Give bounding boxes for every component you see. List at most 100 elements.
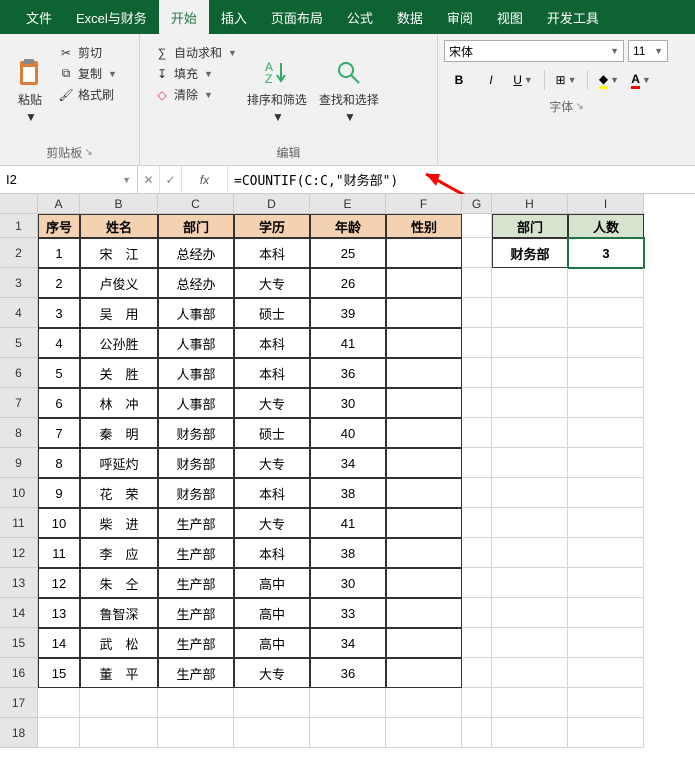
- cell[interactable]: 8: [38, 448, 80, 478]
- cell[interactable]: 13: [38, 598, 80, 628]
- sort-filter-button[interactable]: AZ 排序和筛选▼: [241, 38, 313, 142]
- cell[interactable]: [568, 328, 644, 358]
- cell[interactable]: 高中: [234, 598, 310, 628]
- row-header[interactable]: 1: [0, 214, 38, 238]
- italic-button[interactable]: I: [476, 68, 506, 92]
- cell[interactable]: 大专: [234, 658, 310, 688]
- cell[interactable]: 25: [310, 238, 386, 268]
- cell[interactable]: 本科: [234, 478, 310, 508]
- cell[interactable]: 本科: [234, 328, 310, 358]
- formula-input[interactable]: =COUNTIF(C:C,"财务部"): [228, 166, 695, 193]
- cell[interactable]: 总经办: [158, 238, 234, 268]
- cell[interactable]: [492, 268, 568, 298]
- cell[interactable]: [492, 478, 568, 508]
- cell[interactable]: [568, 688, 644, 718]
- row-header[interactable]: 18: [0, 718, 38, 748]
- cell[interactable]: [234, 718, 310, 748]
- column-header[interactable]: F: [386, 194, 462, 214]
- bold-button[interactable]: B: [444, 68, 474, 92]
- cell[interactable]: 武 松: [80, 628, 158, 658]
- cell[interactable]: [492, 328, 568, 358]
- cell[interactable]: [568, 298, 644, 328]
- column-header[interactable]: C: [158, 194, 234, 214]
- cell[interactable]: 财务部: [158, 448, 234, 478]
- cell[interactable]: 7: [38, 418, 80, 448]
- cell[interactable]: 30: [310, 568, 386, 598]
- cell[interactable]: 12: [38, 568, 80, 598]
- cell[interactable]: [568, 448, 644, 478]
- cell[interactable]: 4: [38, 328, 80, 358]
- cell[interactable]: 2: [38, 268, 80, 298]
- cell[interactable]: [462, 598, 492, 628]
- cell[interactable]: 11: [38, 538, 80, 568]
- cell[interactable]: 性别: [386, 214, 462, 238]
- font-color-button[interactable]: A▼: [626, 68, 656, 92]
- cell[interactable]: [386, 418, 462, 448]
- cell[interactable]: [386, 268, 462, 298]
- autosum-button[interactable]: ∑自动求和▼: [154, 44, 237, 61]
- fill-color-button[interactable]: ◆▼: [594, 68, 624, 92]
- row-header[interactable]: 2: [0, 238, 38, 268]
- cell[interactable]: 柴 进: [80, 508, 158, 538]
- tab-开始[interactable]: 开始: [159, 0, 209, 34]
- cell[interactable]: [386, 448, 462, 478]
- cell[interactable]: [462, 268, 492, 298]
- cell[interactable]: 生产部: [158, 628, 234, 658]
- cell[interactable]: [80, 718, 158, 748]
- chevron-down-icon[interactable]: ▼: [122, 175, 131, 185]
- cell[interactable]: 40: [310, 418, 386, 448]
- cell[interactable]: 36: [310, 658, 386, 688]
- cell[interactable]: 公孙胜: [80, 328, 158, 358]
- cell[interactable]: 3: [568, 238, 644, 268]
- cell[interactable]: [462, 238, 492, 268]
- cell[interactable]: [568, 628, 644, 658]
- cell[interactable]: 大专: [234, 508, 310, 538]
- cell[interactable]: [568, 598, 644, 628]
- borders-button[interactable]: ⊞▼: [551, 68, 581, 92]
- cell[interactable]: 李 应: [80, 538, 158, 568]
- underline-button[interactable]: U▼: [508, 68, 538, 92]
- row-header[interactable]: 16: [0, 658, 38, 688]
- cell[interactable]: [462, 328, 492, 358]
- cell[interactable]: 关 胜: [80, 358, 158, 388]
- cell[interactable]: [462, 658, 492, 688]
- cell[interactable]: 部门: [158, 214, 234, 238]
- font-size-select[interactable]: 11▼: [628, 40, 668, 62]
- cell[interactable]: [568, 418, 644, 448]
- row-header[interactable]: 17: [0, 688, 38, 718]
- cell[interactable]: 序号: [38, 214, 80, 238]
- cell[interactable]: [568, 508, 644, 538]
- cell[interactable]: 本科: [234, 238, 310, 268]
- column-header[interactable]: A: [38, 194, 80, 214]
- cell[interactable]: 生产部: [158, 538, 234, 568]
- cell[interactable]: 人事部: [158, 298, 234, 328]
- cell[interactable]: 硕士: [234, 298, 310, 328]
- cell[interactable]: [386, 298, 462, 328]
- row-header[interactable]: 6: [0, 358, 38, 388]
- row-header[interactable]: 7: [0, 388, 38, 418]
- cell[interactable]: [492, 538, 568, 568]
- font-name-select[interactable]: 宋体▼: [444, 40, 624, 62]
- row-header[interactable]: 8: [0, 418, 38, 448]
- row-header[interactable]: 10: [0, 478, 38, 508]
- cell[interactable]: [386, 538, 462, 568]
- tab-文件[interactable]: 文件: [14, 0, 64, 34]
- cell[interactable]: 林 冲: [80, 388, 158, 418]
- cell[interactable]: 10: [38, 508, 80, 538]
- cell[interactable]: [38, 688, 80, 718]
- cell[interactable]: [386, 388, 462, 418]
- cell[interactable]: [462, 508, 492, 538]
- cell[interactable]: [462, 358, 492, 388]
- cell[interactable]: [462, 478, 492, 508]
- tab-开发工具[interactable]: 开发工具: [535, 0, 611, 34]
- row-header[interactable]: 11: [0, 508, 38, 538]
- cell[interactable]: 大专: [234, 388, 310, 418]
- cell[interactable]: [386, 358, 462, 388]
- cell[interactable]: [492, 388, 568, 418]
- cell[interactable]: 生产部: [158, 508, 234, 538]
- row-header[interactable]: 3: [0, 268, 38, 298]
- cell[interactable]: [38, 718, 80, 748]
- cell[interactable]: 34: [310, 448, 386, 478]
- cell[interactable]: [568, 658, 644, 688]
- cell[interactable]: 3: [38, 298, 80, 328]
